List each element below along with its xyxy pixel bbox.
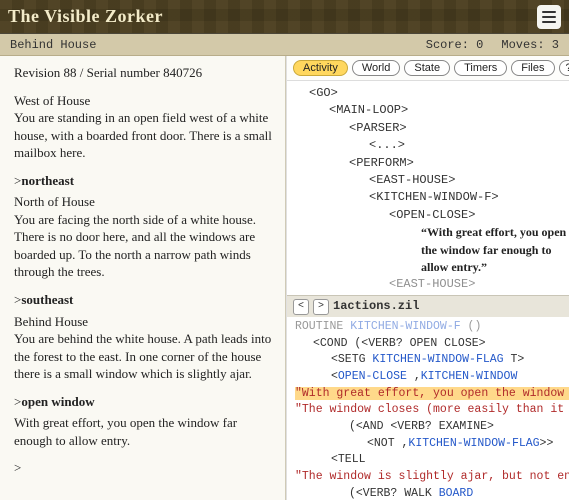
code-line: <NOT ,KITCHEN-WINDOW-FLAG>>: [295, 436, 569, 453]
tab-files[interactable]: Files: [511, 60, 554, 76]
trace-line[interactable]: <OPEN-CLOSE>: [295, 207, 569, 224]
code-line: (<VERB? WALK BOARD: [295, 486, 569, 500]
room-north: North of House You are facing the north …: [14, 193, 273, 281]
code-highlight: "With great effort, you open the window …: [295, 386, 569, 403]
code-line: <TELL: [295, 452, 569, 469]
tab-state[interactable]: State: [404, 60, 450, 76]
trace-quote: “With great effort, you open the window …: [295, 224, 569, 276]
code-line: "The window is slightly ajar, but not en…: [295, 469, 569, 486]
tab-activity[interactable]: Activity: [293, 60, 348, 76]
open-window-result: With great effort, you open the window f…: [14, 414, 273, 449]
code-line: <SETG KITCHEN-WINDOW-FLAG T>: [295, 352, 569, 369]
room-west: West of House You are standing in an ope…: [14, 92, 273, 162]
cmd-open-window: >open window: [14, 393, 273, 411]
trace-line[interactable]: <...>: [295, 137, 569, 154]
cmd-southeast: >southeast: [14, 291, 273, 309]
tab-help[interactable]: ?: [559, 60, 569, 76]
file-nav-bar: < > 1actions.zil: [287, 295, 569, 318]
trace-line[interactable]: <EAST-HOUSE>: [295, 276, 569, 293]
status-bar: Behind House Score: 0 Moves: 3: [0, 34, 569, 56]
tab-timers[interactable]: Timers: [454, 60, 507, 76]
tab-bar: Activity World State Timers Files ?: [287, 56, 569, 81]
file-name: 1actions.zil: [333, 298, 419, 315]
status-score: Score: 0: [426, 38, 484, 52]
code-line: <OPEN-CLOSE ,KITCHEN-WINDOW: [295, 369, 569, 386]
trace-pane: <GO> <MAIN-LOOP> <PARSER> <...> <PERFORM…: [287, 81, 569, 500]
code-line: "The window closes (more easily than it …: [295, 402, 569, 419]
trace-line[interactable]: <EAST-HOUSE>: [295, 172, 569, 189]
menu-button[interactable]: [537, 5, 561, 29]
trace-line[interactable]: <KITCHEN-WINDOW-F>: [295, 189, 569, 206]
app-title: The Visible Zorker: [8, 6, 163, 27]
story-pane: Revision 88 / Serial number 840726 West …: [0, 56, 286, 500]
room-behind: Behind House You are behind the white ho…: [14, 313, 273, 383]
trace-line[interactable]: <PERFORM>: [295, 155, 569, 172]
tab-world[interactable]: World: [352, 60, 401, 76]
title-bar: The Visible Zorker: [0, 0, 569, 34]
source-code-pane: ROUTINE KITCHEN-WINDOW-F () <COND (<VERB…: [287, 317, 569, 500]
prompt[interactable]: >: [14, 459, 273, 477]
nav-back-button[interactable]: <: [293, 299, 309, 315]
trace-line[interactable]: <PARSER>: [295, 120, 569, 137]
code-line: <COND (<VERB? OPEN CLOSE>: [295, 336, 569, 353]
code-line: ROUTINE KITCHEN-WINDOW-F (): [295, 319, 569, 336]
cmd-northeast: >northeast: [14, 172, 273, 190]
right-pane: Activity World State Timers Files ? <GO>…: [286, 56, 569, 500]
code-line: (<AND <VERB? EXAMINE>: [295, 419, 569, 436]
nav-forward-button[interactable]: >: [313, 299, 329, 315]
trace-line[interactable]: <MAIN-LOOP>: [295, 102, 569, 119]
main-area: Revision 88 / Serial number 840726 West …: [0, 56, 569, 500]
revision-line: Revision 88 / Serial number 840726: [14, 64, 273, 82]
trace-line[interactable]: <GO>: [295, 85, 569, 102]
status-moves: Moves: 3: [501, 38, 559, 52]
status-room: Behind House: [10, 38, 190, 52]
